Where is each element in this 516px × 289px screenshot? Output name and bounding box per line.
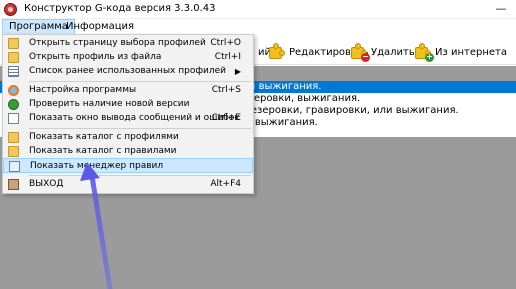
menu-separator (29, 128, 251, 129)
menu-item-rules-folder[interactable]: Показать каталог с правилами (3, 144, 253, 159)
menu-item-exit[interactable]: ВЫХОД Alt+F4 (3, 177, 253, 192)
menu-item-shortcut: Ctrl+I (214, 52, 241, 62)
settings-icon (8, 85, 19, 96)
title-bar: Конструктор G-кода версия 3.3.0.43 — (0, 0, 516, 19)
delete-button[interactable]: − Удалить (350, 41, 415, 63)
menu-item-label: Настройка программы (29, 85, 137, 95)
folder-icon (8, 132, 19, 143)
list-icon (8, 66, 19, 77)
from-internet-button[interactable]: + Из интернета (414, 41, 507, 63)
menu-item-check-updates[interactable]: Проверить наличие новой версии (3, 97, 253, 112)
menu-item-label: Открыть страницу выбора профилей (29, 38, 206, 48)
folder-icon (8, 146, 19, 157)
folder-open-icon (8, 52, 19, 63)
submenu-arrow-icon: ▶ (234, 67, 241, 76)
menu-item-label: Открыть профиль из файла (29, 52, 162, 62)
program-menu-dropdown: Открыть страницу выбора профилей Ctrl+O … (2, 34, 254, 194)
menu-item-label: Показать менеджер правил (30, 161, 164, 171)
puzzle-delete-icon: − (350, 43, 370, 62)
menu-item-label: Список ранее использованных профилей (29, 66, 227, 76)
menu-info[interactable]: Информация (60, 19, 140, 35)
menu-item-label: Показать каталог с правилами (29, 146, 177, 156)
menu-item-shortcut: Alt+F4 (210, 179, 241, 189)
from-internet-label: Из интернета (435, 46, 507, 58)
puzzle-edit-icon (268, 43, 286, 61)
menu-item-open-profiles-page[interactable]: Открыть страницу выбора профилей Ctrl+O (3, 36, 253, 51)
app-logo-icon (4, 3, 17, 16)
update-icon (8, 99, 19, 110)
menu-item-rules-manager[interactable]: Показать менеджер правил (3, 158, 253, 173)
menu-item-label: Показать каталог с профилями (29, 132, 179, 142)
rules-manager-icon (9, 161, 20, 172)
menu-item-open-profile-file[interactable]: Открыть профиль из файла Ctrl+I (3, 50, 253, 65)
menu-item-shortcut: Ctrl+E (211, 113, 241, 123)
menu-item-label: Проверить наличие новой версии (29, 99, 190, 109)
menu-bar: Программа Информация (0, 19, 516, 35)
messages-icon (8, 113, 19, 124)
delete-label: Удалить (371, 46, 415, 58)
menu-item-settings[interactable]: Настройка программы Ctrl+S (3, 83, 253, 98)
menu-item-profiles-folder[interactable]: Показать каталог с профилями (3, 130, 253, 145)
menu-item-shortcut: Ctrl+O (210, 38, 241, 48)
menu-item-label: Показать окно вывода сообщений и ошибок (29, 113, 240, 123)
minimize-button[interactable]: — (486, 0, 516, 19)
menu-separator (29, 175, 251, 176)
puzzle-download-icon: + (414, 43, 434, 62)
menu-separator (29, 81, 251, 82)
menu-item-shortcut: Ctrl+S (211, 85, 241, 95)
exit-door-icon (8, 179, 19, 190)
menu-item-label: ВЫХОД (29, 179, 64, 189)
menu-item-show-messages[interactable]: Показать окно вывода сообщений и ошибок … (3, 111, 253, 126)
menu-item-recent-profiles[interactable]: Список ранее использованных профилей ▶ (3, 64, 253, 79)
window-title: Конструктор G-кода версия 3.3.0.43 (24, 3, 216, 14)
folder-star-icon (8, 38, 19, 49)
